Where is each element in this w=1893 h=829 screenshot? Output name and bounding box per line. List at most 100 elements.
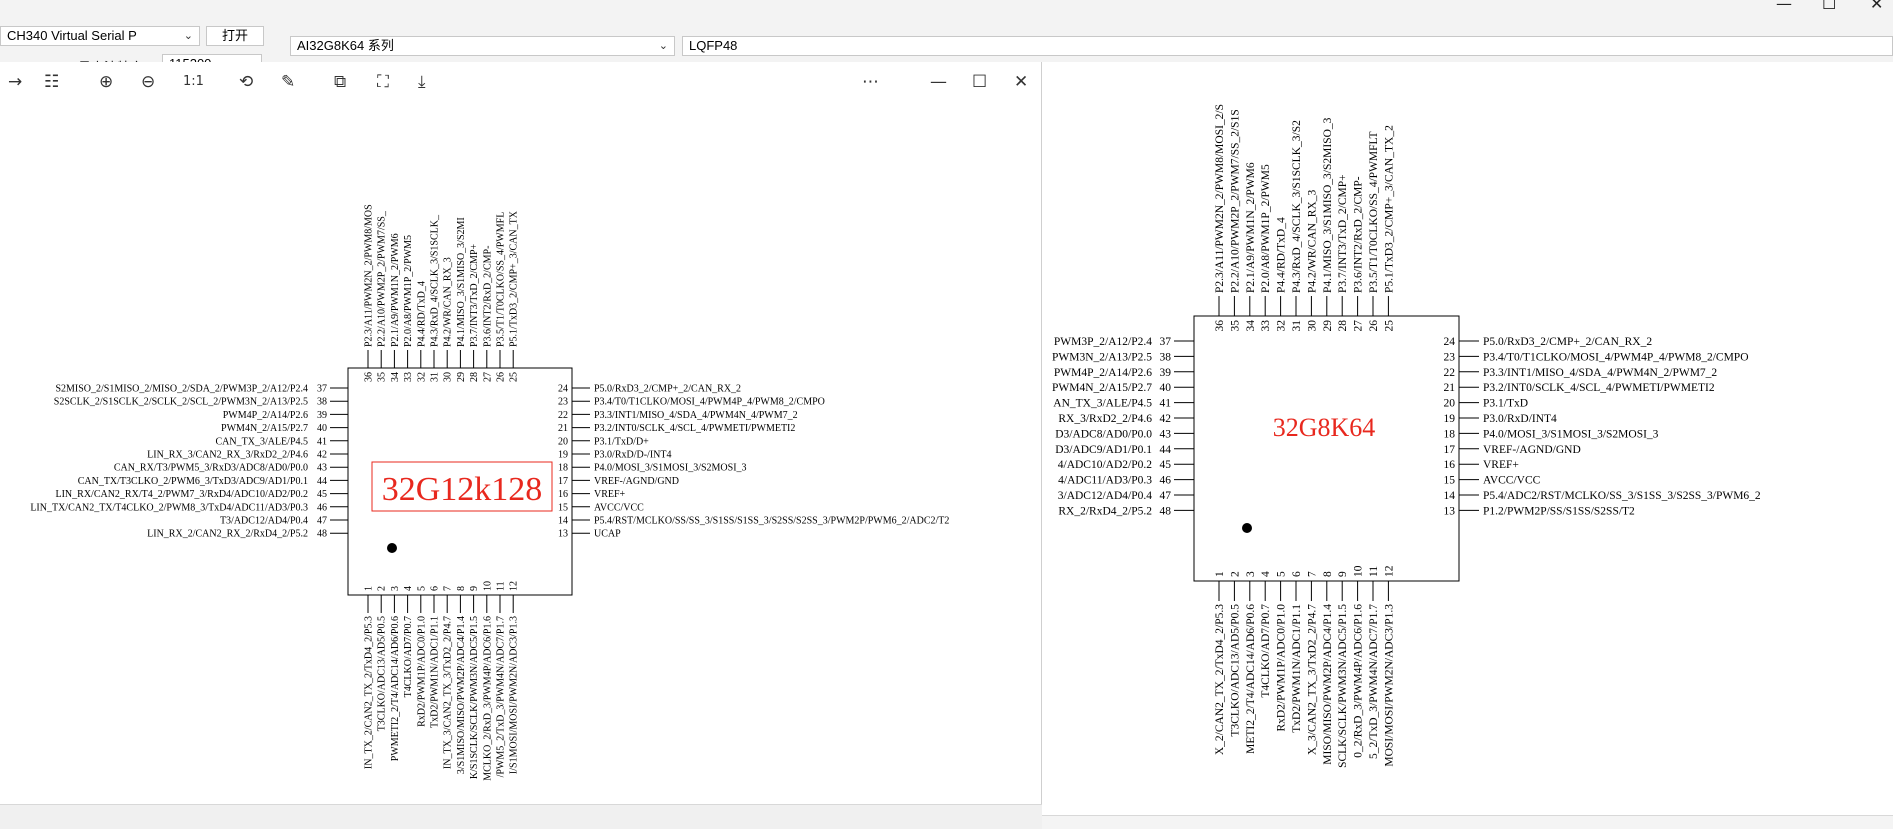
pin-number: 13 xyxy=(558,529,568,540)
open-button[interactable]: 打开 xyxy=(206,26,264,46)
pin-name: RxD2/PWM1P/ADC0/P1.0 xyxy=(1276,604,1288,732)
pin-number: 41 xyxy=(1160,398,1172,410)
pin-name: I/S1MOSI/MOSI/PWM2N/ADC3/P1.3 xyxy=(509,616,520,774)
pin-name: IN_TX_3/CAN2_TX_3/TxD2_2/P4.7 xyxy=(443,616,454,769)
pin-number: 41 xyxy=(317,436,327,447)
port-select-value: CH340 Virtual Serial P xyxy=(7,28,137,43)
pin-number: 24 xyxy=(1444,336,1456,348)
pin-number: 11 xyxy=(496,581,507,591)
pin-number: 28 xyxy=(469,372,480,382)
pin-number: 42 xyxy=(317,450,327,461)
pin-number: 39 xyxy=(1160,367,1172,379)
pin-name: P2.0/A8/PWM1P_2/PWM5 xyxy=(403,235,414,347)
pin-number: 13 xyxy=(1444,505,1456,517)
minimize-icon[interactable]: — xyxy=(930,72,947,92)
crop-icon[interactable]: ⧉ xyxy=(334,72,346,92)
pin-number: 10 xyxy=(1353,565,1365,577)
pin-name: MISO/MISO/PWM2P/ADC4/P1.4 xyxy=(1322,604,1334,765)
package-select[interactable]: LQFP48 xyxy=(682,36,1893,56)
minimize-window-icon[interactable]: — xyxy=(1776,0,1792,13)
pin-number: 22 xyxy=(1444,367,1456,379)
pin-name: T3CLKO/ADC13/AD5/P0.5 xyxy=(1229,604,1241,737)
pin-name: P5.4/ADC2/RST/MCLKO/SS_3/S1SS_3/S2SS_3/P… xyxy=(1483,490,1761,502)
pin-number: 25 xyxy=(509,372,520,382)
pin-name: P4.1/MISO_3/S1MISO_3/S2MISO_3 xyxy=(1322,117,1334,293)
pin-name: MCLKO_2/RxD_3/PWM4P/ADC6/P1.6 xyxy=(482,616,493,781)
pin-number: 33 xyxy=(1260,320,1272,332)
actual-size-icon[interactable]: 1:1 xyxy=(183,72,204,92)
pin-number: 21 xyxy=(558,423,568,434)
series-select[interactable]: AI32G8K64 系列 ⌄ xyxy=(290,36,675,56)
port-select[interactable]: CH340 Virtual Serial P ⌄ xyxy=(0,26,200,46)
pin-number: 29 xyxy=(1322,320,1334,332)
pin-name: /PWM5_2/TxD_3/PWM4N/ADC7/P1.7 xyxy=(496,616,507,777)
edit-icon[interactable]: ✎ xyxy=(281,72,295,92)
pin-number: 32 xyxy=(416,372,427,382)
pin-name: RX_2/RxD4_2/P5.2 xyxy=(1058,505,1152,517)
close-icon[interactable]: ✕ xyxy=(1014,72,1028,92)
pin-name: P4.3/RxD_4/SCLK_3/S1SCLK_ xyxy=(430,214,441,347)
pin-name: IN_TX_2/CAN2_TX_2/TxD4_2/P5.3 xyxy=(364,616,375,769)
pin-name: AVCC/VCC xyxy=(1483,475,1541,487)
pin-name: P3.3/INT1/MISO_4/SDA_4/PWM4N_4/PWM7_2 xyxy=(594,410,798,421)
pin-name: VREF-/AGND/GND xyxy=(594,476,679,487)
pin-name: T3CLKO/ADC13/AD5/P0.5 xyxy=(377,616,388,731)
pin-name: SCLK/SCLK/PWM3N/ADC5/P1.5 xyxy=(1337,604,1349,768)
pin-name: PWM4P_2/A14/P2.6 xyxy=(223,410,308,421)
pin-name: P3.2/INT0/SCLK_4/SCL_4/PWMETI/PWMETI2 xyxy=(594,423,795,434)
pin1-marker xyxy=(387,543,397,553)
close-window-icon[interactable]: ✕ xyxy=(1870,0,1883,13)
pin-number: 15 xyxy=(1444,475,1456,487)
pin-number: 19 xyxy=(1444,413,1456,425)
pin-name: P4.4/RD/TxD_4 xyxy=(1276,217,1288,293)
pin-number: 31 xyxy=(1291,320,1303,332)
forward-arrow-icon[interactable]: → xyxy=(8,72,22,92)
pin-number: 19 xyxy=(558,450,568,461)
pin-name: P2.2/A10/PWM2P_2/PWM7/SS_ xyxy=(377,210,388,347)
pin-name: 4/ADC10/AD2/P0.2 xyxy=(1058,459,1152,471)
pin-number: 29 xyxy=(456,372,467,382)
pin-name: RxD2/PWM1P/ADC0/P1.0 xyxy=(416,616,427,727)
pin-name: CAN_RX/T3/PWM5_3/RxD3/ADC8/AD0/P0.0 xyxy=(114,463,308,474)
pin-number: 45 xyxy=(1160,459,1172,471)
grid-icon[interactable]: ☷ xyxy=(44,72,59,92)
zoom-out-icon[interactable]: ⊖ xyxy=(141,72,155,92)
pin-number: 5 xyxy=(416,586,427,591)
pin-name: T3/ADC12/AD4/P0.4 xyxy=(220,516,308,527)
pin-name: PWM3N_2/A13/P2.5 xyxy=(1052,351,1152,363)
pin-number: 24 xyxy=(558,384,568,395)
pin-name: P3.1/TxD xyxy=(1483,398,1528,410)
pin-number: 34 xyxy=(390,372,401,382)
rotate-icon[interactable]: ⟲ xyxy=(239,72,253,92)
pin-number: 5 xyxy=(1276,571,1288,577)
pin-number: 11 xyxy=(1368,566,1380,577)
pin-name: AN_TX_3/ALE/P4.5 xyxy=(1053,398,1152,410)
save-icon[interactable]: ⤓ xyxy=(418,72,426,92)
pin-number: 4 xyxy=(403,586,414,591)
fit-icon[interactable]: ⛶ xyxy=(377,72,389,92)
pin-number: 37 xyxy=(1160,336,1172,348)
pin-number: 8 xyxy=(456,586,467,591)
pin-name: D3/ADC8/AD0/P0.0 xyxy=(1055,428,1152,440)
pin-name: P4.1/MISO_3/S1MISO_3/S2MI xyxy=(456,217,467,347)
pin-name: MOSI/MOSI/PWM2N/ADC3/P1.3 xyxy=(1383,604,1395,767)
pin-number: 25 xyxy=(1383,320,1395,332)
more-icon[interactable]: ⋯ xyxy=(862,72,879,92)
pin-number: 15 xyxy=(558,502,568,513)
pin-number: 28 xyxy=(1337,320,1349,332)
app-top-strip: CH340 Virtual Serial P ⌄ 打开 最高波特率 115200… xyxy=(0,0,1893,75)
pin-name: S2MISO_2/S1MISO_2/MISO_2/SDA_2/PWM3P_2/A… xyxy=(55,384,308,395)
pin-name: P3.7/INT3/TxD_2/CMP+ xyxy=(469,243,480,347)
zoom-in-icon[interactable]: ⊕ xyxy=(99,72,113,92)
pin-name: METI2_2/T4/ADC14/AD6/P0.6 xyxy=(1245,604,1257,754)
pin-name: P1.2/PWM2P/SS/S1SS/S2SS/T2 xyxy=(1483,505,1635,517)
right-scroll-area[interactable] xyxy=(1042,815,1893,829)
pin-name: P5.1/TxD3_2/CMP+_3/CAN_TX_2 xyxy=(1383,125,1395,293)
maximize-icon[interactable]: ☐ xyxy=(972,72,987,92)
maximize-window-icon[interactable]: ☐ xyxy=(1822,0,1836,13)
pin-number: 17 xyxy=(1444,444,1456,456)
pin1-marker xyxy=(1242,523,1252,533)
pin-number: 21 xyxy=(1444,382,1456,394)
pin-name: P5.1/TxD3_2/CMP+_3/CAN_TX xyxy=(509,210,520,347)
pin-number: 4 xyxy=(1260,571,1272,577)
